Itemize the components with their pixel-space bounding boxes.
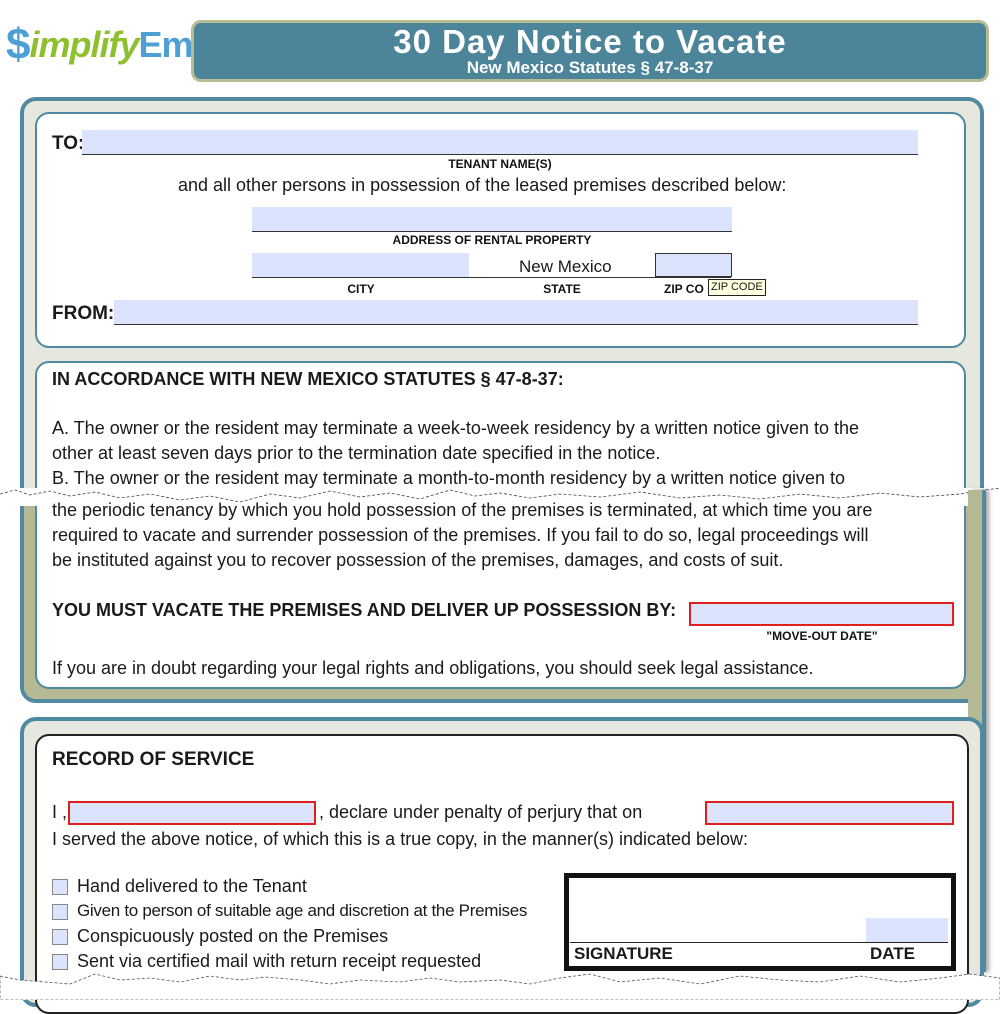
from-label: FROM:: [52, 303, 115, 324]
zip-tooltip: ZIP CODE: [708, 279, 766, 296]
statute-line-b3: required to vacate and surrender possess…: [52, 525, 869, 545]
statute-line-b2: the periodic tenancy by which you hold p…: [52, 500, 873, 520]
statute-heading: IN ACCORDANCE WITH NEW MEXICO STATUTES §…: [52, 369, 564, 389]
method-label-certified-mail: Sent via certified mail with return rece…: [77, 951, 482, 971]
city-field[interactable]: [252, 253, 469, 278]
method-checkbox-posted[interactable]: [52, 929, 68, 945]
address-label: ADDRESS OF RENTAL PROPERTY: [392, 233, 592, 247]
move-out-date-label: "MOVE-OUT DATE": [766, 629, 878, 643]
statute-line-a2: other at least seven days prior to the t…: [52, 443, 661, 463]
zip-field[interactable]: [655, 253, 732, 277]
page-title: 30 Day Notice to Vacate: [393, 23, 787, 60]
signature-label: SIGNATURE: [574, 944, 673, 963]
zip-label: ZIP CO: [664, 282, 704, 296]
tenant-name-label: TENANT NAME(S): [448, 157, 552, 171]
legal-assistance-text: If you are in doubt regarding your legal…: [52, 658, 814, 678]
served-text: I served the above notice, of which this…: [52, 829, 749, 849]
service-heading: RECORD OF SERVICE: [52, 749, 255, 770]
header-banner: 30 Day Notice to Vacate New Mexico Statu…: [191, 20, 989, 82]
state-value: New Mexico: [519, 257, 612, 276]
address-field[interactable]: [252, 207, 732, 232]
method-checkbox-hand-delivered[interactable]: [52, 879, 68, 895]
date-label: DATE: [870, 944, 916, 963]
dollar-sign-icon: $: [6, 20, 31, 69]
method-checkbox-certified-mail[interactable]: [52, 954, 68, 970]
signature-line: [570, 942, 948, 943]
state-underline: [469, 277, 731, 278]
server-name-field[interactable]: [68, 801, 316, 825]
vacate-label: YOU MUST VACATE THE PREMISES AND DELIVER…: [52, 600, 677, 620]
statute-line-a1: A. The owner or the resident may termina…: [52, 418, 860, 438]
others-text: and all other persons in possession of t…: [178, 175, 787, 195]
signature-date-field[interactable]: [866, 918, 948, 942]
city-label: CITY: [347, 282, 375, 296]
statute-line-b1: B. The owner or the resident may termina…: [52, 468, 846, 488]
declare-text: , declare under penalty of perjury that …: [319, 802, 643, 822]
simplifyem-logo: $implifyEm: [6, 20, 194, 69]
method-label-suitable-person: Given to person of suitable age and disc…: [77, 901, 528, 920]
move-out-date-field[interactable]: [689, 602, 954, 626]
method-checkbox-suitable-person[interactable]: [52, 904, 68, 920]
signature-field[interactable]: [572, 880, 866, 942]
i-prefix: I ,: [52, 802, 68, 822]
to-label: TO:: [52, 133, 85, 154]
service-date-field[interactable]: [705, 801, 954, 825]
page-subtitle: New Mexico Statutes § 47-8-37: [466, 58, 714, 77]
method-label-hand-delivered: Hand delivered to the Tenant: [77, 876, 307, 896]
state-label: STATE: [543, 282, 581, 296]
from-field[interactable]: [114, 300, 918, 325]
torn-bottom-edge: [0, 973, 1000, 1000]
method-label-posted: Conspicuously posted on the Premises: [77, 926, 389, 946]
statute-line-b4: be instituted against you to recover pos…: [52, 550, 784, 570]
tenant-name-field[interactable]: [82, 130, 918, 155]
